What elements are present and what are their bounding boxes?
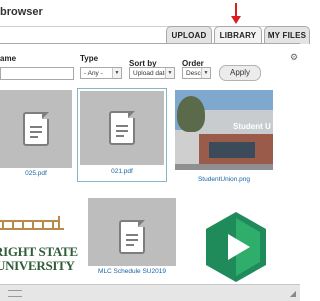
doc-line	[126, 234, 138, 236]
tab-library[interactable]: LIBRARY	[214, 26, 262, 44]
order-select[interactable]: Desc ▼	[182, 67, 211, 79]
name-filter-label: ame	[0, 54, 17, 63]
file-thumbnail	[88, 198, 176, 266]
type-filter-select[interactable]: - Any - ▼	[80, 67, 122, 79]
file-name[interactable]: 021.pdf	[78, 168, 166, 175]
file-tile-021[interactable]: 021.pdf	[77, 88, 167, 182]
file-tile-025[interactable]: 025.pdf	[0, 88, 72, 180]
sort-by-value: Upload date	[133, 70, 169, 77]
tab-divider	[0, 43, 300, 44]
sort-by-select[interactable]: Upload date ▼	[129, 67, 175, 79]
document-icon	[23, 112, 49, 146]
file-tile-logo[interactable]: RIGHT STATE UNIVERSITY	[0, 200, 82, 278]
tab-my-files[interactable]: MY FILES	[264, 26, 310, 44]
capitol-building-icon	[0, 216, 64, 230]
logo-text-line2: UNIVERSITY	[0, 258, 75, 273]
resize-grip-icon[interactable]	[8, 290, 22, 297]
photo-tree	[177, 96, 205, 132]
document-icon	[109, 111, 135, 145]
tab-upload[interactable]: UPLOAD	[166, 26, 212, 44]
file-thumbnail	[0, 90, 72, 168]
photo-ground	[175, 164, 273, 170]
gear-icon[interactable]: ⚙	[290, 52, 298, 63]
doc-fold	[138, 220, 145, 227]
video-app-icon[interactable]	[200, 210, 272, 284]
apply-button[interactable]: Apply	[219, 65, 261, 81]
name-filter-input[interactable]	[0, 67, 74, 80]
corner-resize-icon[interactable]: ◢	[290, 289, 296, 298]
photo-window	[209, 142, 255, 158]
file-name[interactable]: 025.pdf	[0, 170, 72, 177]
doc-line	[30, 136, 38, 138]
file-thumbnail	[80, 91, 164, 165]
file-name[interactable]: MLC Schedule SU2019	[88, 268, 176, 275]
doc-line	[126, 244, 134, 246]
doc-fold	[42, 112, 49, 119]
type-filter-label: Type	[80, 54, 99, 63]
doc-line	[116, 125, 128, 127]
doc-line	[30, 126, 42, 128]
file-tile-studentunion[interactable]: Student U StudentUnion.png	[175, 88, 273, 184]
type-chevron-down-icon: ▼	[112, 68, 121, 78]
doc-line	[30, 131, 42, 133]
type-filter-value: - Any -	[84, 70, 103, 77]
doc-line	[116, 135, 124, 137]
window-title: browser	[0, 6, 43, 18]
doc-line	[116, 130, 128, 132]
sort-chevron-down-icon: ▼	[165, 68, 174, 78]
order-value: Desc	[186, 70, 201, 77]
annotation-arrow-shaft	[235, 3, 237, 17]
annotation-arrow-icon	[231, 3, 241, 24]
doc-fold	[128, 111, 135, 118]
doc-line	[126, 239, 138, 241]
document-icon	[119, 220, 145, 254]
status-bar: ◢	[0, 284, 300, 301]
building-sign: Student U	[233, 122, 271, 131]
annotation-arrow-head	[231, 16, 241, 24]
photo-thumbnail: Student U	[175, 90, 273, 170]
file-name[interactable]: StudentUnion.png	[175, 176, 273, 183]
title-bar: browser	[0, 0, 300, 27]
order-chevron-down-icon: ▼	[201, 68, 210, 78]
file-tile-mlc-schedule[interactable]: MLC Schedule SU2019	[88, 198, 176, 284]
